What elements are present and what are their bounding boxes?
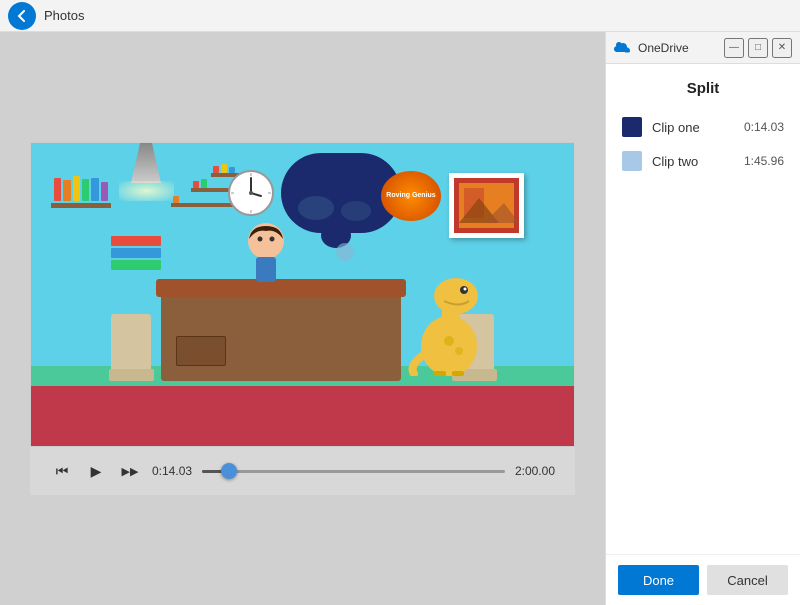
book-6 xyxy=(101,182,108,202)
clip-two-color xyxy=(622,151,642,171)
clock xyxy=(226,168,276,218)
onedrive-title-bar: OneDrive — □ ✕ xyxy=(606,32,800,64)
shelf-board xyxy=(51,203,111,208)
shelf-left xyxy=(51,173,111,210)
desk-drawer xyxy=(176,336,226,366)
desk-book-2 xyxy=(111,248,161,258)
app-title: Photos xyxy=(44,8,84,23)
clip-item-two: Clip two 1:45.96 xyxy=(622,151,784,171)
scene: Roving Genius xyxy=(31,143,574,446)
panel-title: Split xyxy=(622,80,784,97)
onedrive-icon xyxy=(614,39,632,57)
clip-two-name: Clip two xyxy=(652,154,734,169)
book-5 xyxy=(91,178,98,201)
logo-badge: Roving Genius xyxy=(381,171,441,221)
panel-content: Split Clip one 0:14.03 Clip two 1:45.96 xyxy=(606,64,800,554)
clip-one-name: Clip one xyxy=(652,120,734,135)
close-button[interactable]: ✕ xyxy=(772,38,792,58)
fast-forward-button[interactable]: ▶▶ xyxy=(118,459,142,483)
book-3 xyxy=(73,176,80,201)
maximize-button[interactable]: □ xyxy=(748,38,768,58)
rewind-button[interactable]: ⏮ xyxy=(50,459,74,483)
chair-seat-left xyxy=(109,369,154,381)
picture-frame xyxy=(449,173,524,238)
floor-red xyxy=(31,386,574,446)
panel-footer: Done Cancel xyxy=(606,554,800,605)
book-1 xyxy=(54,178,61,201)
done-button[interactable]: Done xyxy=(618,565,699,595)
chair-back-left xyxy=(111,314,151,369)
onedrive-title-text: OneDrive xyxy=(638,41,718,55)
total-time: 2:00.00 xyxy=(515,464,555,478)
video-area: Roving Genius xyxy=(0,32,605,605)
progress-bar-container[interactable] xyxy=(202,461,505,481)
progress-thumb[interactable] xyxy=(221,463,237,479)
minimize-button[interactable]: — xyxy=(724,38,744,58)
clip-item-one: Clip one 0:14.03 xyxy=(622,117,784,137)
desk-book-1 xyxy=(111,236,161,246)
chair-left xyxy=(106,314,156,381)
book-4 xyxy=(82,179,89,201)
right-panel: OneDrive — □ ✕ Split Clip one 0:14.03 Cl… xyxy=(605,32,800,605)
title-bar: Photos xyxy=(0,0,800,32)
video-container: Roving Genius xyxy=(30,142,575,447)
main-layout: Roving Genius xyxy=(0,32,800,605)
cancel-button[interactable]: Cancel xyxy=(707,565,788,595)
dinosaur-character xyxy=(404,266,494,381)
play-button[interactable]: ▶ xyxy=(84,459,108,483)
video-controls: ⏮ ▶ ▶▶ 0:14.03 2:00.00 xyxy=(30,447,575,495)
clip-two-duration: 1:45.96 xyxy=(744,154,784,168)
desk-books xyxy=(111,236,161,270)
clip-one-duration: 0:14.03 xyxy=(744,120,784,134)
back-button[interactable] xyxy=(8,2,36,30)
current-time: 0:14.03 xyxy=(152,464,192,478)
desk-book-3 xyxy=(111,260,161,270)
desk xyxy=(161,291,401,381)
book-2 xyxy=(63,180,70,201)
kid-character xyxy=(241,221,291,296)
progress-track xyxy=(202,470,505,473)
clip-one-color xyxy=(622,117,642,137)
window-controls: — □ ✕ xyxy=(724,38,792,58)
shelf-books xyxy=(51,173,111,203)
